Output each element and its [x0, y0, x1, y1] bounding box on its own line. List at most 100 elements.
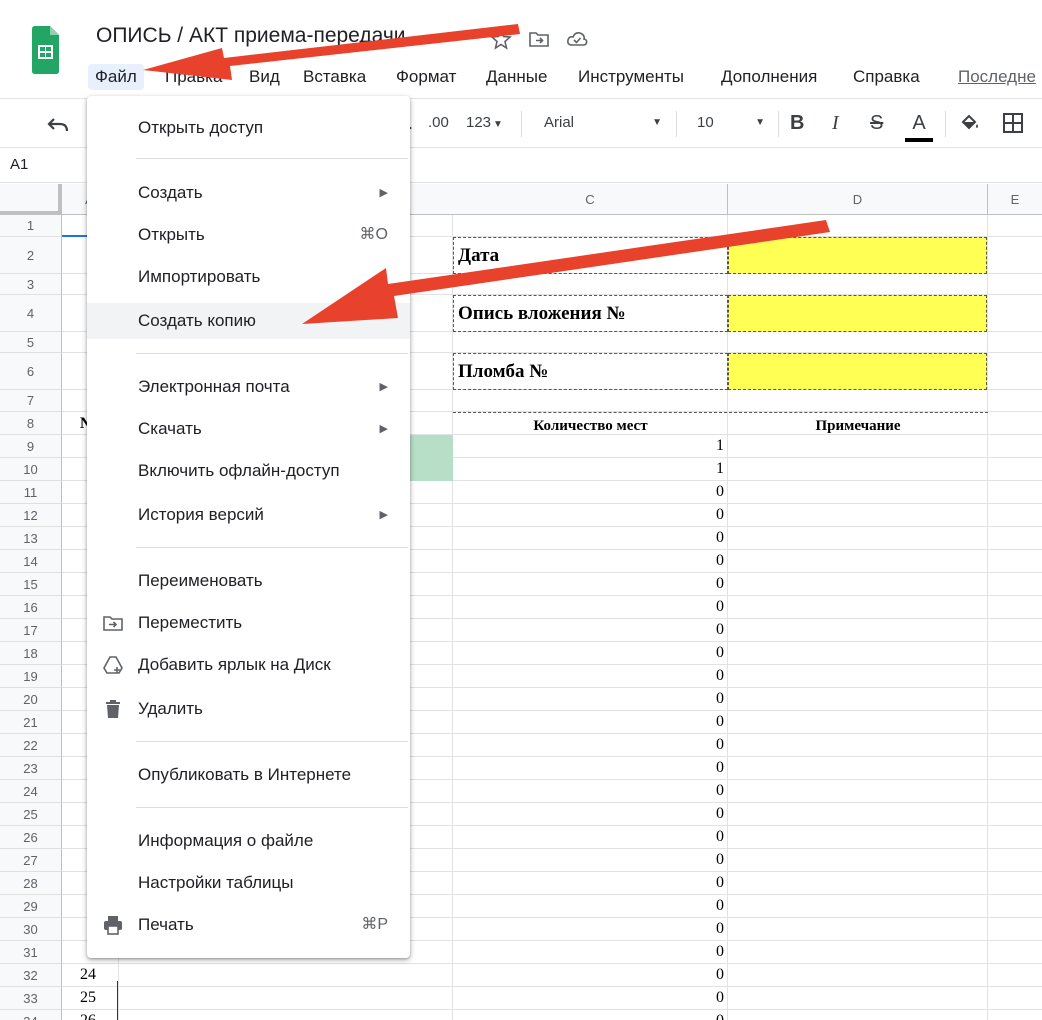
text-color-button[interactable]: A — [906, 109, 932, 137]
undo-icon[interactable] — [46, 113, 70, 135]
places-cell[interactable]: 0 — [453, 690, 724, 711]
places-cell[interactable]: 0 — [453, 575, 724, 596]
row-header-19[interactable]: 19 — [0, 665, 62, 688]
row-header-14[interactable]: 14 — [0, 550, 62, 573]
places-cell[interactable]: 0 — [453, 989, 724, 1010]
menu-edit[interactable]: Правка — [158, 64, 229, 90]
row-header-24[interactable]: 24 — [0, 780, 62, 803]
row-header-1[interactable]: 1 — [0, 215, 62, 237]
cell-reference[interactable]: A1 — [10, 156, 28, 173]
menu-share[interactable]: Открыть доступ — [87, 110, 410, 146]
menu-addons[interactable]: Дополнения — [714, 64, 824, 90]
places-cell[interactable]: 0 — [453, 598, 724, 619]
menu-download[interactable]: Скачать ▶ — [87, 411, 410, 447]
row-header-27[interactable]: 27 — [0, 849, 62, 872]
menu-spreadsheet-settings[interactable]: Настройки таблицы — [87, 865, 410, 901]
row-header-30[interactable]: 30 — [0, 918, 62, 941]
places-cell[interactable]: 0 — [453, 897, 724, 918]
menu-tools[interactable]: Инструменты — [571, 64, 691, 90]
menu-email[interactable]: Электронная почта ▶ — [87, 369, 410, 405]
sheets-logo-icon[interactable] — [30, 25, 60, 75]
menu-offline[interactable]: Включить офлайн-доступ — [87, 453, 410, 489]
menu-data[interactable]: Данные — [479, 64, 554, 90]
font-select[interactable]: Arial ▼ — [544, 109, 662, 137]
places-cell[interactable]: 1 — [453, 460, 724, 481]
row-header-10[interactable]: 10 — [0, 458, 62, 481]
column-header-c[interactable]: C — [453, 184, 728, 215]
row-header-4[interactable]: 4 — [0, 295, 62, 332]
strikethrough-button[interactable]: S — [870, 109, 883, 137]
header-note[interactable]: Примечание — [728, 416, 988, 436]
row-header-33[interactable]: 33 — [0, 987, 62, 1010]
places-cell[interactable]: 0 — [453, 736, 724, 757]
places-cell[interactable]: 0 — [453, 506, 724, 527]
row-header-12[interactable]: 12 — [0, 504, 62, 527]
places-cell[interactable]: 0 — [453, 667, 724, 688]
places-cell[interactable]: 0 — [453, 552, 724, 573]
borders-icon[interactable] — [1002, 112, 1024, 134]
places-cell[interactable]: 1 — [453, 437, 724, 458]
places-cell[interactable]: 0 — [453, 529, 724, 550]
places-cell[interactable]: 0 — [453, 759, 724, 780]
places-cell[interactable]: 0 — [453, 920, 724, 941]
row-header-31[interactable]: 31 — [0, 941, 62, 964]
select-all-corner[interactable] — [0, 184, 62, 215]
menu-file-info[interactable]: Информация о файле — [87, 823, 410, 859]
row-header-21[interactable]: 21 — [0, 711, 62, 734]
menu-view[interactable]: Вид — [242, 64, 287, 90]
last-edit-link[interactable]: Последне — [951, 64, 1042, 90]
row-header-3[interactable]: 3 — [0, 274, 62, 295]
menu-import[interactable]: Импортировать — [87, 259, 410, 295]
places-cell[interactable]: 0 — [453, 966, 724, 987]
font-size-select[interactable]: 10 ▼ — [697, 109, 765, 137]
places-cell[interactable]: 0 — [453, 644, 724, 665]
menu-insert[interactable]: Вставка — [296, 64, 373, 90]
menu-add-shortcut[interactable]: Добавить ярлык на Диск — [87, 647, 410, 683]
row-header-13[interactable]: 13 — [0, 527, 62, 550]
star-icon[interactable] — [490, 28, 512, 50]
row-header-9[interactable]: 9 — [0, 435, 62, 458]
places-cell[interactable]: 0 — [453, 851, 724, 872]
row-header-23[interactable]: 23 — [0, 757, 62, 780]
row-header-29[interactable]: 29 — [0, 895, 62, 918]
bold-button[interactable]: B — [790, 109, 804, 137]
menu-delete[interactable]: Удалить — [87, 691, 410, 727]
row-header-8[interactable]: 8 — [0, 412, 62, 435]
row-header-2[interactable]: 2 — [0, 237, 62, 274]
label-date[interactable]: Дата — [453, 237, 728, 274]
inventory-input-cell[interactable] — [728, 295, 987, 332]
row-header-16[interactable]: 16 — [0, 596, 62, 619]
menu-version-history[interactable]: История версий ▶ — [87, 497, 410, 533]
row-header-7[interactable]: 7 — [0, 390, 62, 412]
row-header-28[interactable]: 28 — [0, 872, 62, 895]
menu-rename[interactable]: Переименовать — [87, 563, 410, 599]
menu-format[interactable]: Формат — [389, 64, 463, 90]
places-cell[interactable]: 0 — [453, 828, 724, 849]
row-header-5[interactable]: 5 — [0, 332, 62, 353]
label-inventory[interactable]: Опись вложения № — [453, 295, 728, 332]
places-cell[interactable]: 0 — [453, 713, 724, 734]
menu-new[interactable]: Создать ▶ — [87, 175, 410, 211]
row-header-34[interactable]: 34 — [0, 1010, 62, 1020]
cloud-saved-icon[interactable] — [566, 28, 588, 50]
number-format-button[interactable]: 123 ▼ — [466, 109, 503, 137]
column-header-d[interactable]: D — [728, 184, 988, 215]
row-header-20[interactable]: 20 — [0, 688, 62, 711]
places-cell[interactable]: 0 — [453, 1012, 724, 1020]
menu-help[interactable]: Справка — [846, 64, 927, 90]
places-cell[interactable]: 0 — [453, 874, 724, 895]
row-header-17[interactable]: 17 — [0, 619, 62, 642]
seal-input-cell[interactable] — [728, 353, 987, 390]
row-header-15[interactable]: 15 — [0, 573, 62, 596]
move-icon[interactable] — [528, 28, 550, 50]
increase-decimal-button[interactable]: .00 — [428, 109, 449, 137]
row-header-6[interactable]: 6 — [0, 353, 62, 390]
row-header-11[interactable]: 11 — [0, 481, 62, 504]
label-seal[interactable]: Пломба № — [453, 353, 728, 390]
date-input-cell[interactable] — [728, 237, 987, 274]
header-places[interactable]: Количество мест — [453, 416, 728, 436]
places-cell[interactable]: 0 — [453, 621, 724, 642]
menu-open[interactable]: Открыть ⌘O — [87, 217, 410, 253]
menu-make-copy[interactable]: Создать копию — [87, 303, 410, 339]
fill-color-icon[interactable] — [958, 111, 982, 135]
